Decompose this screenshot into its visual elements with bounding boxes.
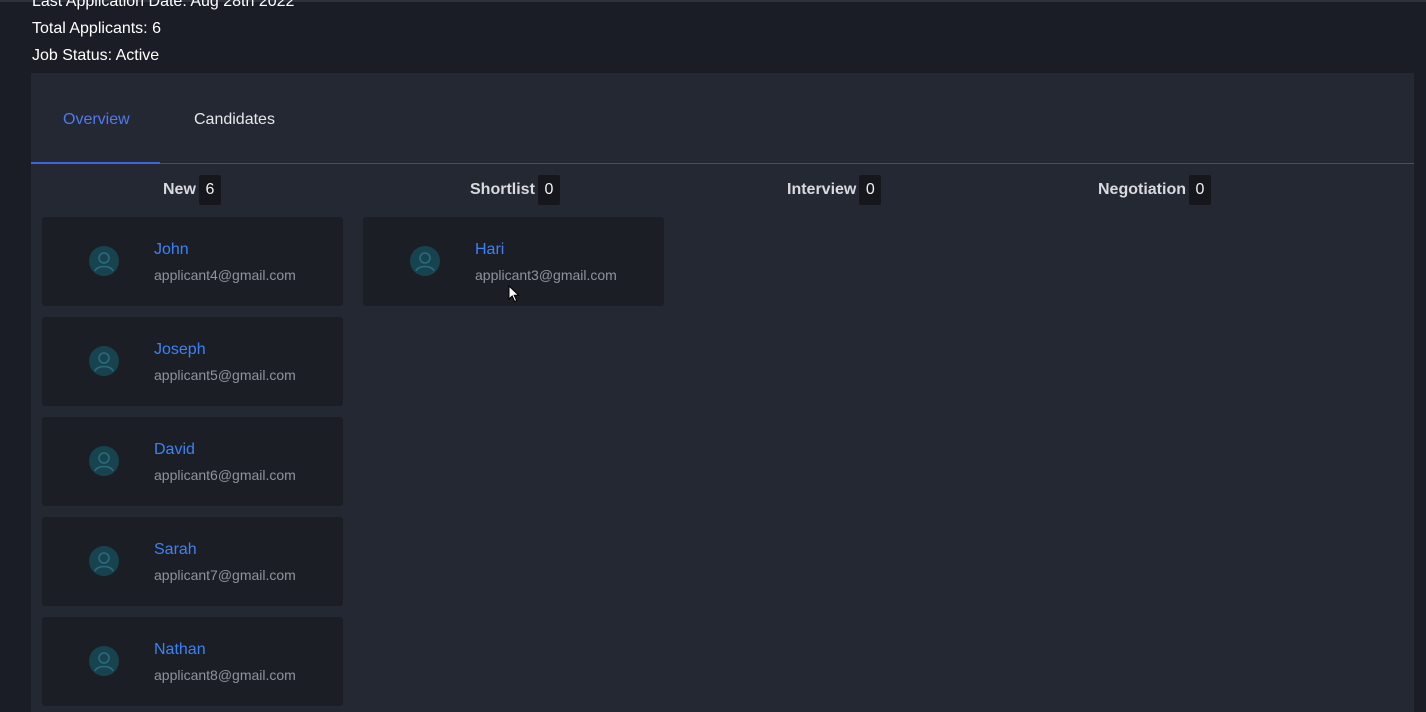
total-applicants: Total Applicants: 6 (32, 20, 161, 37)
pipeline-panel: Overview Candidates New 6 Shortlist 0 In… (31, 73, 1414, 712)
candidate-name-link[interactable]: Nathan (154, 641, 206, 659)
candidate-name-link[interactable]: David (154, 441, 195, 459)
candidate-name-link[interactable]: Joseph (154, 341, 206, 359)
candidate-name-link[interactable]: Hari (475, 241, 504, 259)
tab-candidates[interactable]: Candidates (194, 111, 275, 129)
candidate-card[interactable]: Joseph applicant5@gmail.com (42, 317, 343, 406)
column-header-interview: Interview 0 (787, 175, 882, 205)
column-title: Negotiation (1098, 181, 1186, 198)
column-title: Shortlist (470, 181, 535, 198)
candidate-email: applicant6@gmail.com (154, 467, 296, 483)
column-header-negotiation: Negotiation 0 (1098, 175, 1211, 205)
user-avatar-icon (89, 346, 119, 376)
candidate-email: applicant8@gmail.com (154, 667, 296, 683)
column-count-badge: 6 (198, 175, 221, 205)
candidate-card[interactable]: Nathan applicant8@gmail.com (42, 617, 343, 706)
tab-overview[interactable]: Overview (63, 111, 130, 129)
job-status: Job Status: Active (32, 47, 160, 64)
candidate-card[interactable]: John applicant4@gmail.com (42, 217, 343, 306)
column-count-badge: 0 (1189, 175, 1211, 205)
candidate-name-link[interactable]: John (154, 241, 189, 259)
user-avatar-icon (89, 546, 119, 576)
column-count-badge: 0 (859, 175, 882, 205)
column-title: New (163, 181, 196, 198)
active-tab-indicator (31, 162, 160, 164)
candidate-email: applicant7@gmail.com (154, 567, 296, 583)
job-overview-page: Last Application Date: Aug 28th 2022 Tot… (0, 0, 1426, 712)
column-header-shortlist: Shortlist 0 (470, 175, 560, 205)
user-avatar-icon (89, 646, 119, 676)
user-avatar-icon (89, 446, 119, 476)
user-avatar-icon (410, 246, 440, 276)
column-count-badge: 0 (537, 175, 560, 205)
mouse-pointer-icon (508, 285, 520, 303)
candidate-email: applicant5@gmail.com (154, 367, 296, 383)
candidate-email: applicant4@gmail.com (154, 267, 296, 283)
last-application-date: Last Application Date: Aug 28th 2022 (32, 0, 295, 10)
tab-bar: Overview Candidates (31, 73, 1414, 164)
column-header-new: New 6 (163, 175, 221, 205)
candidate-name-link[interactable]: Sarah (154, 541, 197, 559)
page-scrollbar[interactable] (1414, 73, 1426, 712)
candidate-card[interactable]: David applicant6@gmail.com (42, 417, 343, 506)
candidate-card[interactable]: Sarah applicant7@gmail.com (42, 517, 343, 606)
candidate-email: applicant3@gmail.com (475, 267, 617, 283)
user-avatar-icon (89, 246, 119, 276)
column-title: Interview (787, 181, 857, 198)
